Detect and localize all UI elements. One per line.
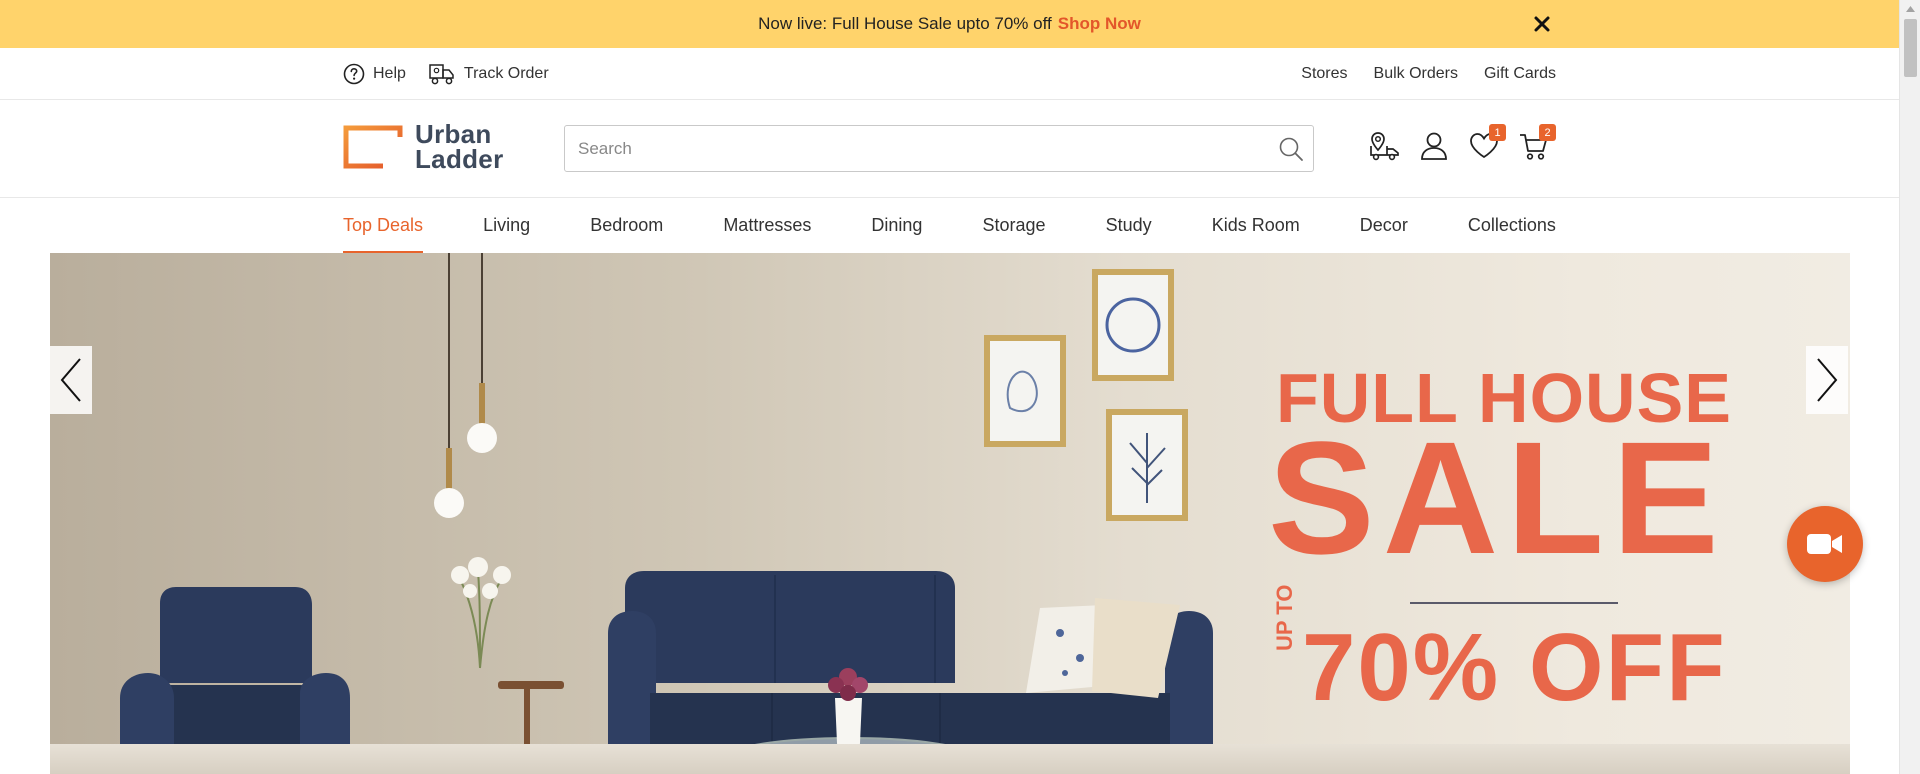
- wishlist-button[interactable]: 1: [1468, 124, 1506, 166]
- gift-cards-link[interactable]: Gift Cards: [1484, 65, 1556, 83]
- account-button[interactable]: [1418, 130, 1450, 166]
- cart-button[interactable]: 2: [1518, 124, 1556, 166]
- nav-collections[interactable]: Collections: [1468, 198, 1556, 253]
- logo-mark-icon: [343, 125, 403, 169]
- help-label: Help: [373, 65, 406, 82]
- nav-living[interactable]: Living: [483, 198, 530, 253]
- logo-wordmark: Urban Ladder: [415, 121, 504, 174]
- nav-dining[interactable]: Dining: [871, 198, 922, 253]
- category-nav: Top Deals Living Bedroom Mattresses Dini…: [0, 198, 1899, 253]
- utility-bar: Help Track Order Stores Bulk Orders Gift…: [0, 48, 1899, 100]
- close-icon[interactable]: [1530, 12, 1554, 36]
- nav-bedroom[interactable]: Bedroom: [590, 198, 663, 253]
- video-call-button[interactable]: [1787, 506, 1863, 582]
- nav-kids-room[interactable]: Kids Room: [1212, 198, 1300, 253]
- delivery-truck-icon: [1370, 132, 1399, 161]
- scroll-up-arrow-icon[interactable]: [1900, 0, 1920, 17]
- search-input[interactable]: [565, 126, 1255, 171]
- video-camera-icon: [1807, 534, 1842, 554]
- track-order-link[interactable]: Track Order: [428, 62, 549, 86]
- floor-strip: [50, 744, 1850, 774]
- urban-ladder-logo[interactable]: Urban Ladder: [343, 121, 504, 174]
- search-icon[interactable]: [1277, 135, 1305, 163]
- announcement-bar: Now live: Full House Sale upto 70% off S…: [0, 0, 1899, 48]
- nav-study[interactable]: Study: [1106, 198, 1152, 253]
- chevron-right-icon: [1817, 358, 1838, 402]
- page-scrollbar[interactable]: [1899, 0, 1920, 774]
- track-order-label: Track Order: [463, 65, 549, 82]
- sale-divider: [1410, 602, 1618, 604]
- track-order-button[interactable]: [1368, 130, 1400, 166]
- wishlist-count-badge: 1: [1489, 124, 1506, 141]
- main-header: Urban Ladder Search 1 2: [0, 100, 1899, 198]
- help-circle-icon: [343, 63, 365, 85]
- nav-decor[interactable]: Decor: [1360, 198, 1408, 253]
- logo-line2: Ladder: [415, 144, 504, 174]
- shop-now-link[interactable]: Shop Now: [1058, 14, 1141, 34]
- sale-upto-label: UP TO: [1272, 584, 1297, 651]
- stores-link[interactable]: Stores: [1301, 65, 1347, 83]
- sale-headline-line2: SALE: [1268, 408, 1727, 587]
- scrollbar-thumb[interactable]: [1904, 19, 1917, 77]
- nav-top-deals[interactable]: Top Deals: [343, 198, 424, 253]
- nav-storage[interactable]: Storage: [983, 198, 1046, 253]
- help-link[interactable]: Help: [343, 63, 406, 85]
- carousel-next-button[interactable]: [1806, 346, 1848, 414]
- cart-count-badge: 2: [1539, 124, 1556, 141]
- search-box: [564, 125, 1314, 172]
- user-icon: [1421, 132, 1447, 160]
- hero-banner[interactable]: FULL HOUSE SALE UP TO 70% OFF: [50, 253, 1850, 774]
- nav-mattresses[interactable]: Mattresses: [723, 198, 811, 253]
- announcement-text: Now live: Full House Sale upto 70% off: [758, 14, 1052, 33]
- carousel-prev-button[interactable]: [50, 346, 92, 414]
- bulk-orders-link[interactable]: Bulk Orders: [1374, 65, 1458, 83]
- delivery-truck-icon: [429, 64, 454, 85]
- chevron-left-icon: [60, 358, 81, 402]
- sale-headline-line3: 70% OFF: [1302, 614, 1727, 721]
